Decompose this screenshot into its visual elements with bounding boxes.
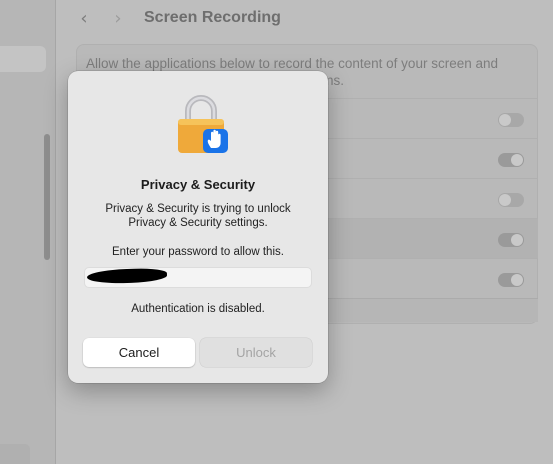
chevron-left-icon[interactable]: ‹ bbox=[74, 8, 94, 30]
lock-with-hand-icon bbox=[178, 95, 228, 153]
sidebar bbox=[0, 0, 56, 464]
sidebar-scrollbar[interactable] bbox=[44, 134, 50, 260]
dialog-message: Privacy & Security is trying to unlock P… bbox=[105, 203, 291, 229]
redaction-mark bbox=[86, 267, 168, 285]
password-field[interactable] bbox=[84, 267, 312, 288]
cancel-button[interactable]: Cancel bbox=[83, 338, 195, 367]
sidebar-bottom-item[interactable] bbox=[0, 444, 30, 464]
dialog-title: Privacy & Security bbox=[140, 177, 256, 192]
toolbar: ‹ › Screen Recording bbox=[56, 0, 553, 38]
permission-toggle[interactable] bbox=[498, 193, 524, 207]
unlock-button[interactable]: Unlock bbox=[200, 338, 312, 367]
permission-toggle[interactable] bbox=[498, 113, 524, 127]
auth-dialog: Privacy & Security Privacy & Security is… bbox=[68, 71, 328, 383]
chevron-right-icon[interactable]: › bbox=[108, 8, 128, 30]
panel-description-text: Allow the applications below to record t… bbox=[86, 56, 498, 71]
permission-toggle[interactable] bbox=[498, 153, 524, 167]
permission-toggle[interactable] bbox=[498, 273, 524, 287]
page-title: Screen Recording bbox=[144, 9, 281, 26]
password-prompt: Enter your password to allow this. bbox=[112, 246, 284, 258]
permission-toggle[interactable] bbox=[498, 233, 524, 247]
sidebar-search-field[interactable] bbox=[0, 46, 46, 72]
auth-status-text: Authentication is disabled. bbox=[131, 303, 265, 315]
system-settings-window: ‹ › Screen Recording Allow the applicati… bbox=[0, 0, 553, 464]
